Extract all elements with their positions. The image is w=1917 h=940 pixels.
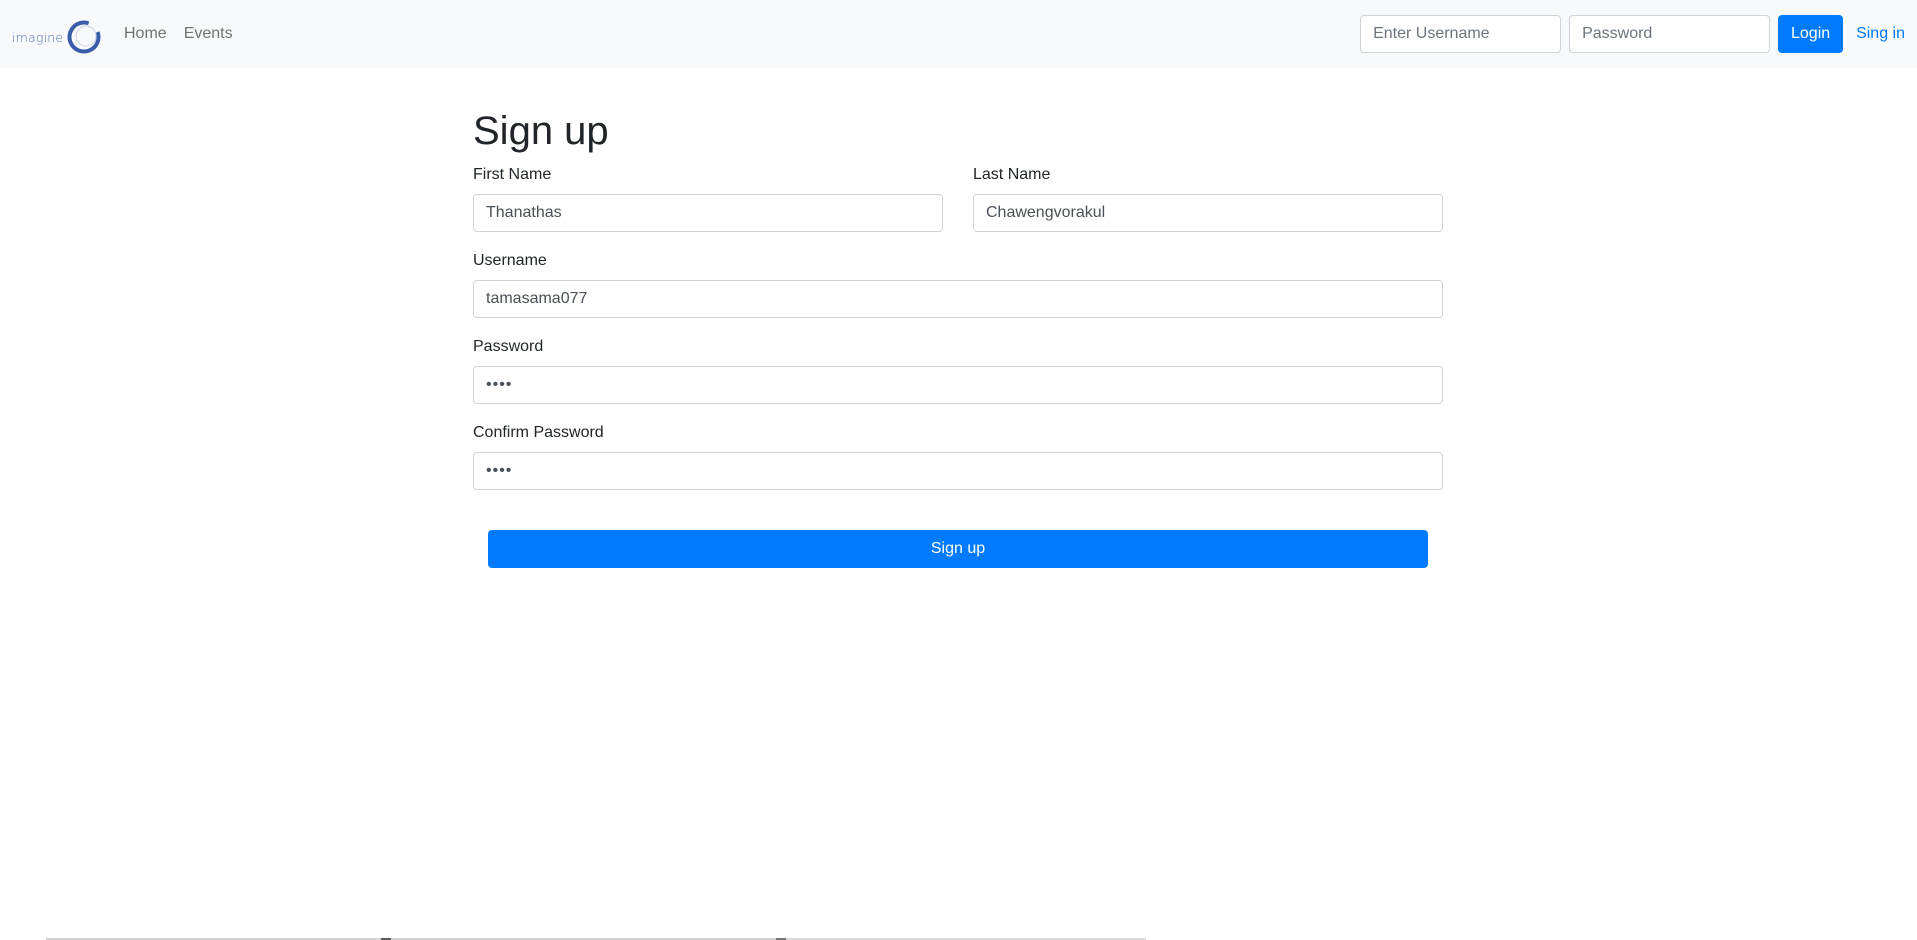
- page-title: Sign up: [473, 109, 609, 153]
- brand-name: imagine: [12, 29, 64, 45]
- password-input[interactable]: [473, 366, 1443, 404]
- nav-links: Home Events: [124, 0, 250, 68]
- first-name-label: First Name: [473, 166, 552, 183]
- last-name-label: Last Name: [973, 166, 1051, 183]
- first-name-input[interactable]: [473, 194, 943, 232]
- top-navbar: imagine Home Events Login Sing in: [0, 0, 1917, 68]
- navbar-password-input[interactable]: [1569, 15, 1771, 53]
- signup-submit-button[interactable]: Sign up: [488, 530, 1428, 568]
- username-label: Username: [473, 252, 547, 269]
- login-button[interactable]: Login: [1778, 15, 1844, 53]
- signin-link[interactable]: Sing in: [1856, 25, 1905, 43]
- username-input[interactable]: [473, 280, 1443, 318]
- navbar-username-input[interactable]: [1360, 15, 1562, 53]
- ring-logo-icon: [67, 20, 101, 54]
- brand-logo-link[interactable]: imagine: [12, 18, 102, 56]
- nav-link-home[interactable]: Home: [124, 25, 167, 43]
- navbar-login-form: Login Sing in: [1360, 15, 1905, 53]
- nav-link-events[interactable]: Events: [184, 25, 233, 43]
- last-name-input[interactable]: [973, 194, 1443, 232]
- confirm-password-input[interactable]: [473, 452, 1443, 490]
- password-label: Password: [473, 338, 544, 355]
- confirm-password-label: Confirm Password: [473, 424, 604, 441]
